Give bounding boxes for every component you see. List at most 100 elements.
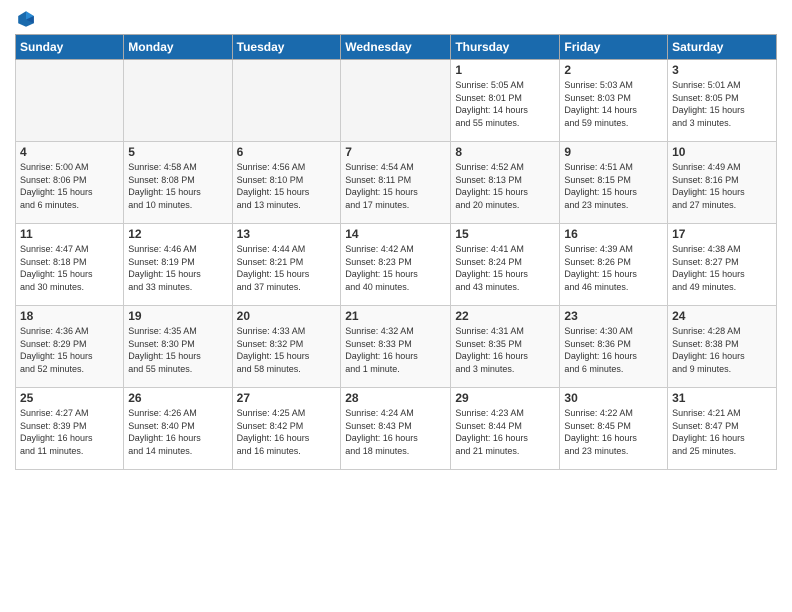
day-number: 19 xyxy=(128,309,227,323)
day-info: Sunrise: 4:23 AM Sunset: 8:44 PM Dayligh… xyxy=(455,407,555,457)
weekday-header: Tuesday xyxy=(232,35,341,60)
weekday-header: Thursday xyxy=(451,35,560,60)
day-info: Sunrise: 4:25 AM Sunset: 8:42 PM Dayligh… xyxy=(237,407,337,457)
day-number: 15 xyxy=(455,227,555,241)
calendar-day: 29 Sunrise: 4:23 AM Sunset: 8:44 PM Dayli… xyxy=(451,388,560,470)
day-number: 31 xyxy=(672,391,772,405)
day-info: Sunrise: 4:32 AM Sunset: 8:33 PM Dayligh… xyxy=(345,325,446,375)
day-number: 28 xyxy=(345,391,446,405)
calendar-day: 23 Sunrise: 4:30 AM Sunset: 8:36 PM Dayli… xyxy=(560,306,668,388)
calendar-day: 17Sunrise: 4:38 AM Sunset: 8:27 PM Dayli… xyxy=(668,224,777,306)
calendar-day xyxy=(124,60,232,142)
day-info: Sunrise: 4:30 AM Sunset: 8:36 PM Dayligh… xyxy=(564,325,663,375)
day-info: Sunrise: 4:39 AM Sunset: 8:26 PM Dayligh… xyxy=(564,243,663,293)
day-number: 13 xyxy=(237,227,337,241)
header-row: SundayMondayTuesdayWednesdayThursdayFrid… xyxy=(16,35,777,60)
day-info: Sunrise: 4:54 AM Sunset: 8:11 PM Dayligh… xyxy=(345,161,446,211)
calendar-day: 11 Sunrise: 4:47 AM Sunset: 8:18 PM Dayli… xyxy=(16,224,124,306)
day-info: Sunrise: 4:42 AM Sunset: 8:23 PM Dayligh… xyxy=(345,243,446,293)
calendar-day: 18 Sunrise: 4:36 AM Sunset: 8:29 PM Dayli… xyxy=(16,306,124,388)
weekday-header: Sunday xyxy=(16,35,124,60)
calendar-week: 11 Sunrise: 4:47 AM Sunset: 8:18 PM Dayli… xyxy=(16,224,777,306)
day-number: 4 xyxy=(20,145,119,159)
day-number: 9 xyxy=(564,145,663,159)
calendar-week: 1 Sunrise: 5:05 AM Sunset: 8:01 PM Daylig… xyxy=(16,60,777,142)
calendar-day: 14 Sunrise: 4:42 AM Sunset: 8:23 PM Dayli… xyxy=(341,224,451,306)
day-number: 2 xyxy=(564,63,663,77)
calendar: SundayMondayTuesdayWednesdayThursdayFrid… xyxy=(15,34,777,470)
day-number: 26 xyxy=(128,391,227,405)
calendar-day: 7 Sunrise: 4:54 AM Sunset: 8:11 PM Daylig… xyxy=(341,142,451,224)
day-info: Sunrise: 4:38 AM Sunset: 8:27 PM Dayligh… xyxy=(672,243,772,293)
day-number: 1 xyxy=(455,63,555,77)
day-info: Sunrise: 4:33 AM Sunset: 8:32 PM Dayligh… xyxy=(237,325,337,375)
day-info: Sunrise: 4:49 AM Sunset: 8:16 PM Dayligh… xyxy=(672,161,772,211)
day-number: 5 xyxy=(128,145,227,159)
calendar-day: 2Sunrise: 5:03 AM Sunset: 8:03 PM Daylig… xyxy=(560,60,668,142)
calendar-day: 26 Sunrise: 4:26 AM Sunset: 8:40 PM Dayli… xyxy=(124,388,232,470)
day-number: 27 xyxy=(237,391,337,405)
day-info: Sunrise: 4:46 AM Sunset: 8:19 PM Dayligh… xyxy=(128,243,227,293)
calendar-day xyxy=(232,60,341,142)
day-number: 23 xyxy=(564,309,663,323)
day-info: Sunrise: 4:31 AM Sunset: 8:35 PM Dayligh… xyxy=(455,325,555,375)
calendar-day: 22 Sunrise: 4:31 AM Sunset: 8:35 PM Dayli… xyxy=(451,306,560,388)
weekday-header: Wednesday xyxy=(341,35,451,60)
day-info: Sunrise: 4:26 AM Sunset: 8:40 PM Dayligh… xyxy=(128,407,227,457)
calendar-day: 20 Sunrise: 4:33 AM Sunset: 8:32 PM Dayli… xyxy=(232,306,341,388)
day-info: Sunrise: 4:41 AM Sunset: 8:24 PM Dayligh… xyxy=(455,243,555,293)
day-info: Sunrise: 4:51 AM Sunset: 8:15 PM Dayligh… xyxy=(564,161,663,211)
day-number: 12 xyxy=(128,227,227,241)
logo-icon xyxy=(17,10,35,28)
day-number: 22 xyxy=(455,309,555,323)
calendar-week: 25Sunrise: 4:27 AM Sunset: 8:39 PM Dayli… xyxy=(16,388,777,470)
day-info: Sunrise: 4:24 AM Sunset: 8:43 PM Dayligh… xyxy=(345,407,446,457)
day-info: Sunrise: 5:00 AM Sunset: 8:06 PM Dayligh… xyxy=(20,161,119,211)
logo xyxy=(15,10,35,28)
day-number: 24 xyxy=(672,309,772,323)
calendar-day: 9 Sunrise: 4:51 AM Sunset: 8:15 PM Daylig… xyxy=(560,142,668,224)
day-number: 3 xyxy=(672,63,772,77)
calendar-day: 28 Sunrise: 4:24 AM Sunset: 8:43 PM Dayli… xyxy=(341,388,451,470)
weekday-header: Friday xyxy=(560,35,668,60)
day-info: Sunrise: 4:36 AM Sunset: 8:29 PM Dayligh… xyxy=(20,325,119,375)
calendar-day: 16 Sunrise: 4:39 AM Sunset: 8:26 PM Dayli… xyxy=(560,224,668,306)
calendar-week: 18 Sunrise: 4:36 AM Sunset: 8:29 PM Dayli… xyxy=(16,306,777,388)
calendar-day: 31 Sunrise: 4:21 AM Sunset: 8:47 PM Dayli… xyxy=(668,388,777,470)
day-number: 21 xyxy=(345,309,446,323)
calendar-day: 21 Sunrise: 4:32 AM Sunset: 8:33 PM Dayli… xyxy=(341,306,451,388)
calendar-day: 25Sunrise: 4:27 AM Sunset: 8:39 PM Dayli… xyxy=(16,388,124,470)
calendar-day: 24Sunrise: 4:28 AM Sunset: 8:38 PM Dayli… xyxy=(668,306,777,388)
day-number: 20 xyxy=(237,309,337,323)
day-number: 25 xyxy=(20,391,119,405)
day-number: 10 xyxy=(672,145,772,159)
day-info: Sunrise: 4:21 AM Sunset: 8:47 PM Dayligh… xyxy=(672,407,772,457)
day-info: Sunrise: 5:05 AM Sunset: 8:01 PM Dayligh… xyxy=(455,79,555,129)
calendar-week: 4 Sunrise: 5:00 AM Sunset: 8:06 PM Daylig… xyxy=(16,142,777,224)
calendar-day: 8Sunrise: 4:52 AM Sunset: 8:13 PM Daylig… xyxy=(451,142,560,224)
day-number: 16 xyxy=(564,227,663,241)
day-info: Sunrise: 5:01 AM Sunset: 8:05 PM Dayligh… xyxy=(672,79,772,129)
weekday-header: Saturday xyxy=(668,35,777,60)
day-info: Sunrise: 4:47 AM Sunset: 8:18 PM Dayligh… xyxy=(20,243,119,293)
day-info: Sunrise: 4:56 AM Sunset: 8:10 PM Dayligh… xyxy=(237,161,337,211)
day-info: Sunrise: 4:58 AM Sunset: 8:08 PM Dayligh… xyxy=(128,161,227,211)
day-number: 7 xyxy=(345,145,446,159)
day-number: 8 xyxy=(455,145,555,159)
day-number: 18 xyxy=(20,309,119,323)
calendar-day: 3 Sunrise: 5:01 AM Sunset: 8:05 PM Daylig… xyxy=(668,60,777,142)
calendar-day xyxy=(16,60,124,142)
day-info: Sunrise: 4:35 AM Sunset: 8:30 PM Dayligh… xyxy=(128,325,227,375)
calendar-day: 15 Sunrise: 4:41 AM Sunset: 8:24 PM Dayli… xyxy=(451,224,560,306)
day-number: 14 xyxy=(345,227,446,241)
calendar-day: 10 Sunrise: 4:49 AM Sunset: 8:16 PM Dayli… xyxy=(668,142,777,224)
page: SundayMondayTuesdayWednesdayThursdayFrid… xyxy=(0,0,792,612)
header xyxy=(15,10,777,28)
calendar-day: 19 Sunrise: 4:35 AM Sunset: 8:30 PM Dayli… xyxy=(124,306,232,388)
day-number: 11 xyxy=(20,227,119,241)
calendar-day: 30Sunrise: 4:22 AM Sunset: 8:45 PM Dayli… xyxy=(560,388,668,470)
calendar-day: 5 Sunrise: 4:58 AM Sunset: 8:08 PM Daylig… xyxy=(124,142,232,224)
calendar-day: 27 Sunrise: 4:25 AM Sunset: 8:42 PM Dayli… xyxy=(232,388,341,470)
day-number: 29 xyxy=(455,391,555,405)
day-info: Sunrise: 4:44 AM Sunset: 8:21 PM Dayligh… xyxy=(237,243,337,293)
